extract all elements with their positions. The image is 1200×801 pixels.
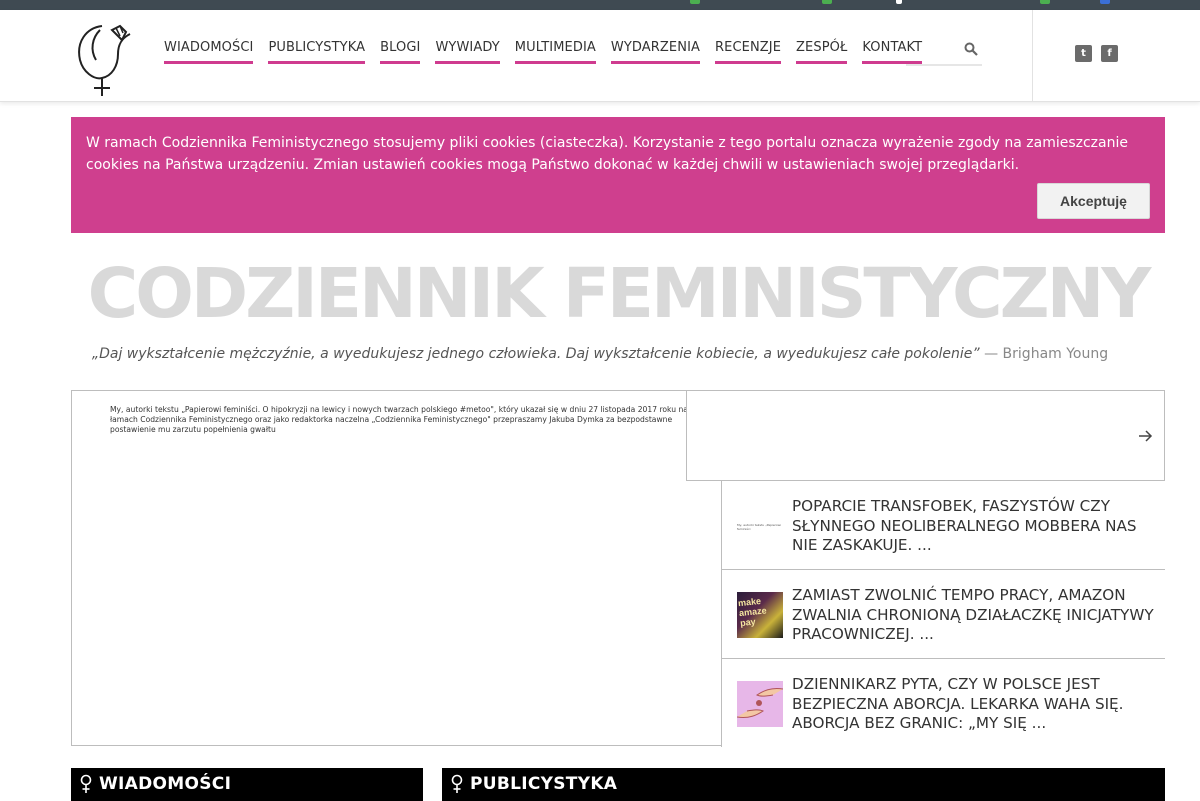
section-title: WIADOMOŚCI (99, 774, 232, 794)
venus-icon (80, 774, 92, 793)
quote-text: „Daj wykształcenie mężczyźnie, a wyeduku… (91, 346, 980, 362)
article-thumbnail (737, 681, 783, 727)
section-title: PUBLICYSTYKA (470, 774, 618, 794)
nav-item-publicystyka[interactable]: PUBLICYSTYKA (268, 40, 366, 64)
site-quote: „Daj wykształcenie mężczyźnie, a wyeduku… (0, 346, 1200, 362)
hands-illustration (737, 688, 783, 718)
toolbar-indicator (896, 0, 902, 4)
quote-author: — Brigham Young (979, 346, 1109, 362)
side-article[interactable]: make amaze pay ZAMIAST ZWOLNIĆ TEMPO PRA… (721, 569, 1165, 658)
logo-icon[interactable] (72, 20, 134, 98)
side-article-title: POPARCIE TRANSFOBEK, FASZYSTÓW CZY SŁYNN… (792, 497, 1137, 554)
twitter-icon[interactable]: t (1075, 45, 1092, 62)
arrow-right-icon[interactable] (1137, 428, 1153, 444)
side-article-title: ZAMIAST ZWOLNIĆ TEMPO PRACY, AMAZON ZWAL… (792, 586, 1154, 643)
article-thumbnail: make amaze pay (737, 592, 783, 638)
side-article-title: DZIENNIKARZ PYTA, CZY W POLSCE JEST BEZP… (792, 675, 1124, 732)
toolbar-indicator (822, 0, 832, 4)
browser-top-strip (0, 0, 1200, 10)
toolbar-indicator (1100, 0, 1110, 4)
cookie-message: W ramach Codziennika Feministycznego sto… (86, 135, 1128, 173)
featured-article-text[interactable]: My, autorki tekstu „Papierowi feminiści.… (110, 405, 690, 436)
accept-cookies-button[interactable]: Akceptuję (1037, 183, 1150, 219)
site-title: CODZIENNIK FEMINISTYCZNY (87, 254, 1152, 334)
site-header: WIADOMOŚCI PUBLICYSTYKA BLOGI WYWIADY MU… (0, 10, 1200, 102)
article-thumbnail: My, autorki tekstu „Papierowi feminiści (737, 503, 783, 549)
header-divider (1032, 10, 1033, 102)
nav-item-recenzje[interactable]: RECENZJE (715, 40, 782, 64)
side-article[interactable]: DZIENNIKARZ PYTA, CZY W POLSCE JEST BEZP… (721, 658, 1165, 747)
section-header-news[interactable]: WIADOMOŚCI (71, 768, 423, 801)
section-header-opinion[interactable]: PUBLICYSTYKA (442, 768, 1165, 801)
nav-item-multimedia[interactable]: MULTIMEDIA (514, 40, 596, 64)
search-input[interactable] (906, 40, 982, 66)
nav-item-zespol[interactable]: ZESPÓŁ (796, 40, 848, 64)
side-article[interactable]: My, autorki tekstu „Papierowi feminiści … (721, 480, 1165, 569)
cookie-banner: W ramach Codziennika Feministycznego sto… (71, 117, 1165, 233)
venus-icon (451, 774, 463, 793)
thumbnail-caption: My, autorki tekstu „Papierowi feminiści (737, 523, 781, 531)
nav-item-wiadomosci[interactable]: WIADOMOŚCI (164, 40, 254, 64)
thumbnail-caption: make amaze pay (737, 595, 768, 629)
featured-section: My, autorki tekstu „Papierowi feminiści.… (71, 390, 1165, 747)
main-nav: WIADOMOŚCI PUBLICYSTYKA BLOGI WYWIADY MU… (164, 40, 937, 64)
toolbar-indicator (1040, 0, 1050, 4)
nav-item-wywiady[interactable]: WYWIADY (435, 40, 500, 64)
nav-item-wydarzenia[interactable]: WYDARZENIA (610, 40, 700, 64)
facebook-icon[interactable]: f (1101, 45, 1118, 62)
toolbar-indicator (690, 0, 700, 4)
search-icon[interactable] (964, 42, 978, 56)
nav-item-blogi[interactable]: BLOGI (380, 40, 421, 64)
slider-control (686, 390, 1165, 481)
